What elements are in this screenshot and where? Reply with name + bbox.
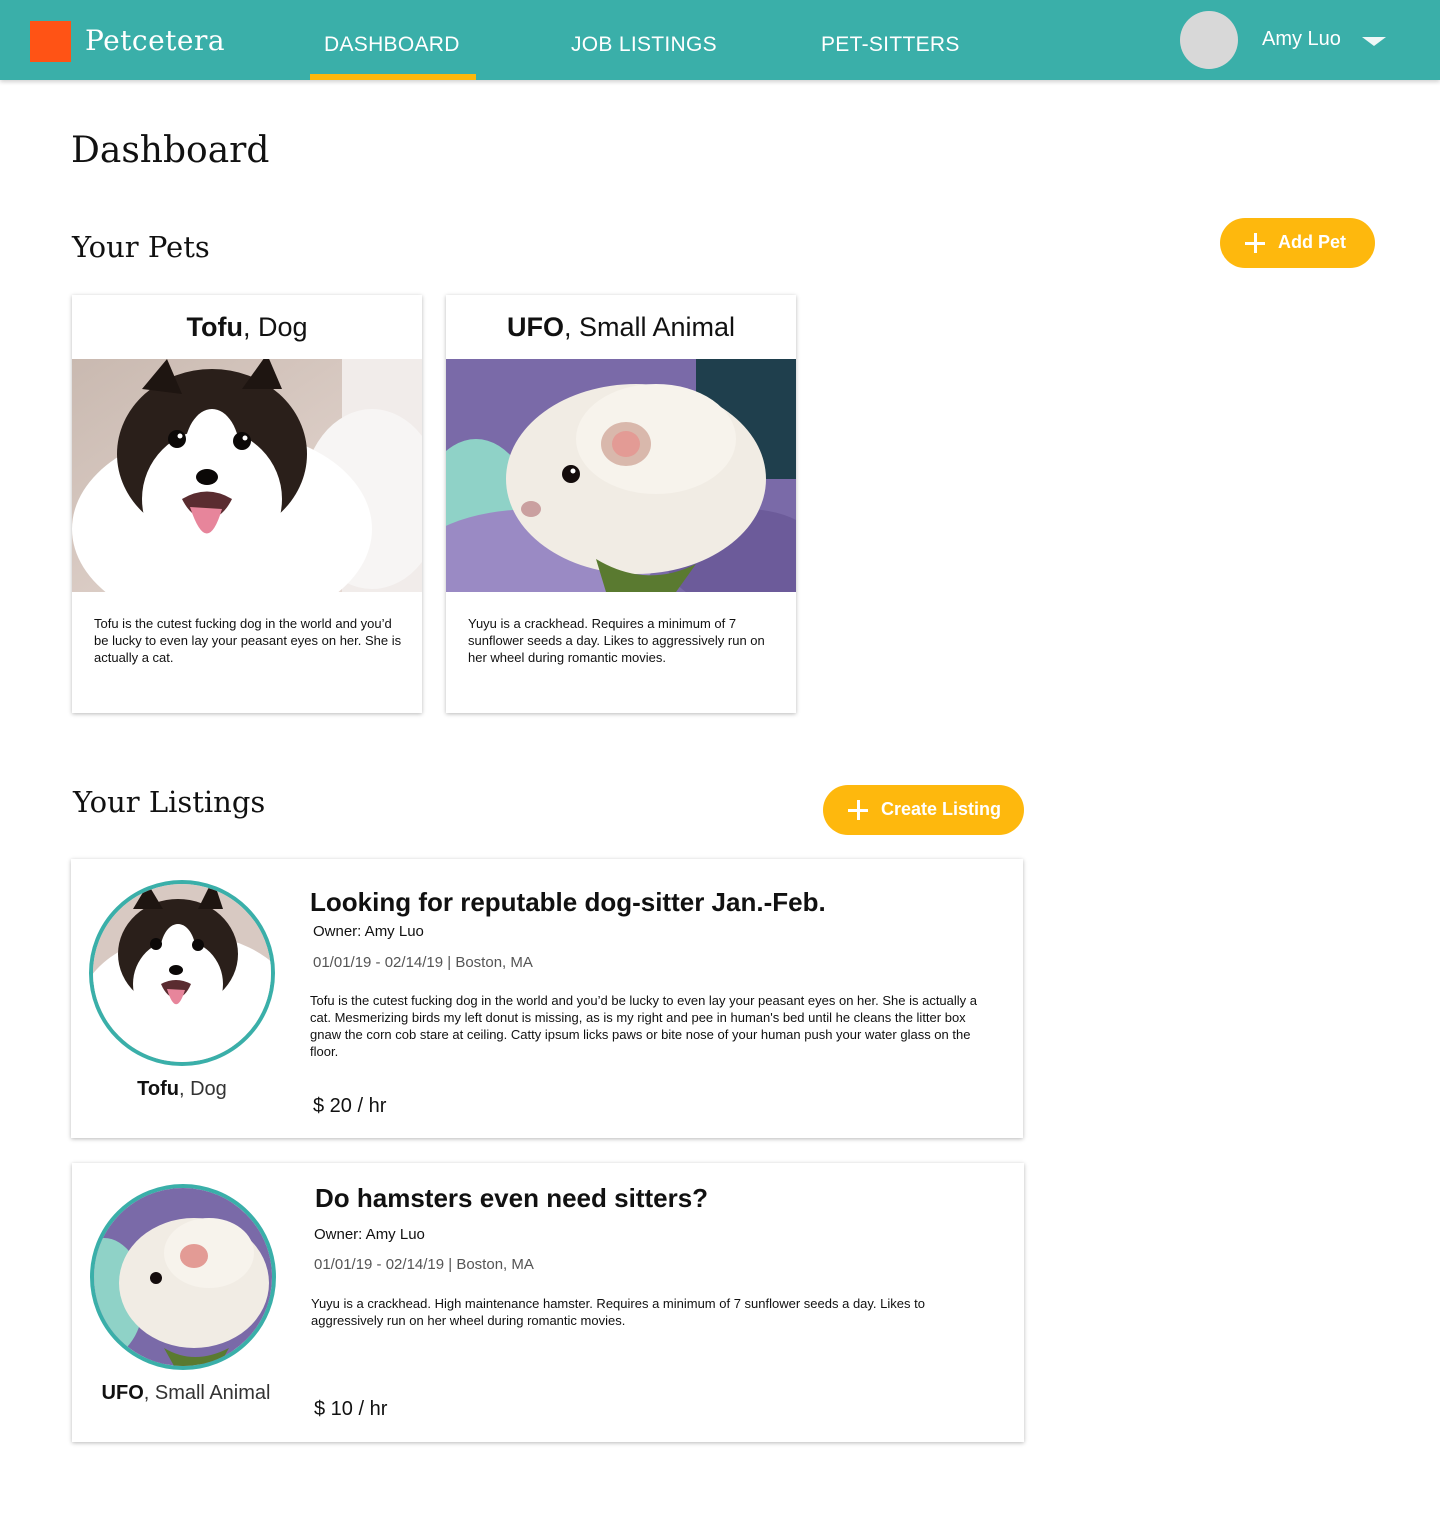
listing-card[interactable]: UFO, Small Animal Do hamsters even need … [72,1163,1024,1442]
create-listing-button[interactable]: Create Listing [823,785,1024,835]
listing-card[interactable]: Tofu, Dog Looking for reputable dog-sitt… [71,859,1023,1138]
pet-card-title: Tofu, Dog [72,312,422,343]
create-listing-label: Create Listing [881,799,1002,819]
listing-pet-name: Tofu [137,1078,179,1100]
pet-card-ufo[interactable]: UFO, Small Animal Yuyu is a crackhead. R… [446,295,796,713]
pet-description: Yuyu is a crackhead. Requires a minimum … [468,616,765,665]
pet-description: Tofu is the cutest fucking dog in the wo… [94,616,402,665]
your-pets-heading: Your Pets [72,230,210,264]
listing-dates-location: 01/01/19 - 02/14/19 | Boston, MA [314,1256,534,1273]
add-pet-button[interactable]: Add Pet [1220,218,1375,268]
nav-tab-dashboard[interactable]: DASHBOARD [324,33,460,57]
logo-icon[interactable] [30,21,71,62]
pet-card-title: UFO, Small Animal [446,312,796,343]
active-tab-indicator [310,74,476,80]
nav-tab-pet-sitters[interactable]: PET-SITTERS [821,33,960,57]
pet-photo-dog [72,359,422,592]
listing-rate: $ 20 / hr [313,1095,387,1117]
page-title: Dashboard [71,130,270,171]
listing-pet-photo-hamster [90,1184,276,1370]
your-listings-heading: Your Listings [73,785,266,819]
listing-pet-caption: UFO, Small Animal [74,1382,298,1405]
listing-description: Tofu is the cutest fucking dog in the wo… [310,993,978,1059]
listing-dates-location: 01/01/19 - 02/14/19 | Boston, MA [313,954,533,971]
pet-kind: , Small Animal [563,312,736,342]
listing-pet-kind: , Dog [179,1078,227,1100]
listing-pet-photo-dog [89,880,275,1066]
nav-tab-job-listings[interactable]: JOB LISTINGS [571,33,717,57]
listing-title[interactable]: Looking for reputable dog-sitter Jan.-Fe… [310,887,826,918]
top-nav-bar: Petcetera DASHBOARD JOB LISTINGS PET-SIT… [0,0,1440,80]
listing-pet-kind: , Small Animal [143,1382,271,1404]
pet-name: Tofu [186,312,243,342]
plus-icon [1245,233,1265,253]
user-name[interactable]: Amy Luo [1262,28,1341,51]
listing-pet-name: UFO [101,1382,144,1404]
brand-name[interactable]: Petcetera [85,24,225,57]
plus-icon [848,800,868,820]
listing-description: Yuyu is a crackhead. High maintenance ha… [311,1296,925,1328]
avatar[interactable] [1180,11,1238,69]
pet-kind: , Dog [242,312,308,342]
listing-owner: Owner: Amy Luo [313,923,424,940]
chevron-down-icon[interactable] [1362,37,1386,46]
listing-rate: $ 10 / hr [314,1398,388,1420]
pet-card-tofu[interactable]: Tofu, Dog Tofu is the cutest fucking dog… [72,295,422,713]
listing-owner: Owner: Amy Luo [314,1226,425,1243]
listing-pet-caption: Tofu, Dog [71,1078,293,1101]
pet-name: UFO [506,312,564,342]
add-pet-label: Add Pet [1278,232,1347,252]
listing-title[interactable]: Do hamsters even need sitters? [315,1183,708,1214]
pet-photo-hamster [446,359,796,592]
